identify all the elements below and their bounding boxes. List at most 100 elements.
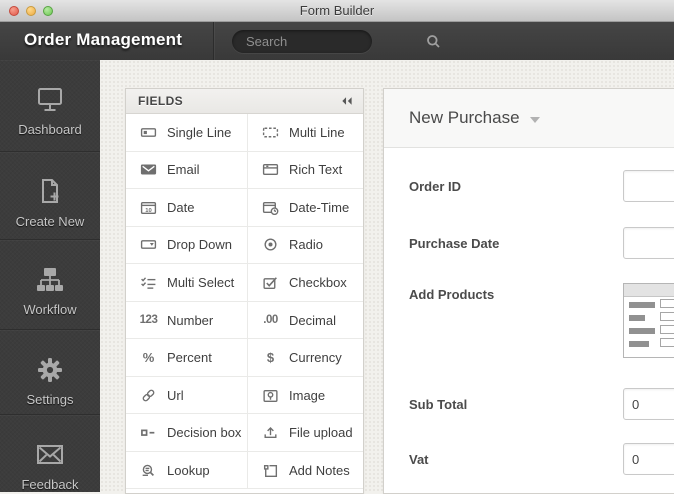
sidebar-item-label: Settings xyxy=(26,392,74,408)
radio-icon xyxy=(261,237,280,252)
content-area: FIELDS Single Line Multi Line Email Rich… xyxy=(100,60,674,494)
envelope-icon xyxy=(34,439,66,471)
field-item-label: Multi Line xyxy=(289,124,345,140)
field-item-currency[interactable]: $ Currency xyxy=(248,339,363,377)
field-item-label: Number xyxy=(167,312,214,328)
fields-panel: FIELDS Single Line Multi Line Email Rich… xyxy=(125,88,364,494)
svg-text:10: 10 xyxy=(145,208,151,214)
monitor-icon xyxy=(34,84,66,116)
document-add-icon xyxy=(34,176,66,208)
field-item-label: Add Notes xyxy=(289,462,350,478)
double-chevron-left-icon[interactable] xyxy=(340,96,353,106)
field-item-label: Decimal xyxy=(289,312,336,328)
field-item-decision-box[interactable]: Decision box xyxy=(126,414,248,452)
form-title: New Purchase xyxy=(409,108,520,127)
form-row-purchase-date: Purchase Date xyxy=(409,227,674,259)
field-item-label: Currency xyxy=(289,350,342,366)
decimal-icon: .00 xyxy=(263,314,278,326)
percent-icon: % xyxy=(142,350,155,366)
field-item-date-time[interactable]: Date-Time xyxy=(248,189,363,227)
lookup-icon xyxy=(139,463,158,478)
form-row-add-products: Add Products xyxy=(409,283,674,358)
image-icon xyxy=(261,388,280,403)
rich-text-icon xyxy=(261,162,280,177)
field-item-label: Decision box xyxy=(167,425,242,441)
field-item-radio[interactable]: Radio xyxy=(248,226,363,265)
field-item-image[interactable]: Image xyxy=(248,376,363,415)
products-table-preview[interactable] xyxy=(623,283,674,358)
drop-down-icon xyxy=(139,237,158,252)
field-item-label: Drop Down xyxy=(167,237,233,253)
search-input[interactable] xyxy=(232,34,426,49)
field-item-rich-text[interactable]: Rich Text xyxy=(248,151,363,190)
sidebar-item-create-new[interactable]: Create New xyxy=(0,152,100,241)
field-item-date[interactable]: 10 Date xyxy=(126,189,248,227)
field-label: Order ID xyxy=(409,178,462,194)
form-row-sub-total: Sub Total xyxy=(409,388,674,420)
header-divider xyxy=(213,22,214,60)
field-item-label: Checkbox xyxy=(289,274,347,290)
number-icon: 123 xyxy=(139,314,158,326)
field-item-label: Rich Text xyxy=(289,162,343,178)
field-item-decimal[interactable]: .00 Decimal xyxy=(248,301,363,340)
field-item-multi-line[interactable]: Multi Line xyxy=(248,114,363,152)
sidebar-item-label: Dashboard xyxy=(18,122,82,137)
form-canvas-panel: New Purchase Order ID Purchase Date Add … xyxy=(383,88,674,494)
window-title: Form Builder xyxy=(299,3,375,18)
form-body: Order ID Purchase Date Add Products Sub xyxy=(384,170,674,475)
fields-panel-title: FIELDS xyxy=(138,94,184,108)
field-item-label: Percent xyxy=(167,350,212,366)
form-title-dropdown[interactable]: New Purchase xyxy=(384,89,674,148)
field-label: Add Products xyxy=(409,287,495,302)
single-line-icon xyxy=(139,125,158,140)
field-item-label: Image xyxy=(289,387,326,403)
form-row-order-id: Order ID xyxy=(409,170,674,202)
link-icon xyxy=(139,388,158,403)
field-item-percent[interactable]: % Percent xyxy=(126,339,248,377)
field-item-label: Url xyxy=(167,387,184,403)
sitemap-icon xyxy=(34,264,66,296)
field-item-url[interactable]: Url xyxy=(126,376,248,415)
field-item-drop-down[interactable]: Drop Down xyxy=(126,226,248,265)
decision-box-icon xyxy=(139,425,158,440)
field-label: Purchase Date xyxy=(409,235,500,251)
window-titlebar: Form Builder xyxy=(0,0,674,22)
field-label: Sub Total xyxy=(409,396,468,412)
field-item-checkbox[interactable]: Checkbox xyxy=(248,264,363,302)
file-upload-icon xyxy=(261,425,280,440)
sidebar-item-settings[interactable]: Settings xyxy=(0,330,100,415)
note-icon xyxy=(261,463,280,478)
field-label: Vat xyxy=(409,451,429,467)
currency-icon: $ xyxy=(266,350,275,366)
sidebar-nav: Dashboard Create New Workflow Settings F… xyxy=(0,60,100,492)
sidebar-item-workflow[interactable]: Workflow xyxy=(0,240,100,331)
search-icon xyxy=(426,34,441,49)
sidebar-item-dashboard[interactable]: Dashboard xyxy=(0,60,100,152)
vat-input[interactable] xyxy=(623,443,674,475)
field-item-add-notes[interactable]: Add Notes xyxy=(248,451,363,490)
sidebar-item-feedback[interactable]: Feedback xyxy=(0,415,100,492)
sub-total-input[interactable] xyxy=(623,388,674,420)
email-icon xyxy=(139,162,158,177)
field-item-file-upload[interactable]: File upload xyxy=(248,414,363,452)
sidebar-item-label: Workflow xyxy=(23,302,77,318)
field-item-label: File upload xyxy=(289,425,353,441)
caret-down-icon xyxy=(529,116,540,123)
field-item-label: Email xyxy=(167,162,200,178)
field-item-lookup[interactable]: Lookup xyxy=(126,451,248,490)
field-item-label: Lookup xyxy=(167,462,210,478)
field-item-number[interactable]: 123 Number xyxy=(126,301,248,340)
field-item-label: Radio xyxy=(289,237,323,253)
purchase-date-input[interactable] xyxy=(623,227,674,259)
multi-line-icon xyxy=(261,125,280,140)
field-item-email[interactable]: Email xyxy=(126,151,248,190)
sidebar-item-label: Create New xyxy=(15,213,85,229)
search-box[interactable] xyxy=(232,30,440,53)
field-item-single-line[interactable]: Single Line xyxy=(126,114,248,152)
app-title: Order Management xyxy=(24,30,183,49)
field-item-label: Single Line xyxy=(167,124,232,140)
calendar-icon: 10 xyxy=(139,200,158,215)
field-item-label: Multi Select xyxy=(167,274,235,290)
order-id-input[interactable] xyxy=(623,170,674,202)
field-item-multi-select[interactable]: Multi Select xyxy=(126,264,248,302)
